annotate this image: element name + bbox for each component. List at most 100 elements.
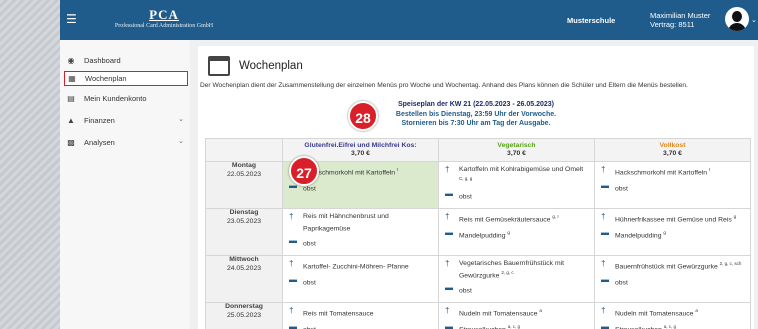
fork-knife-icon: † <box>601 212 606 222</box>
dessert[interactable]: ▬ Streuselkuchen a, c, g <box>601 321 744 329</box>
bank-icon: ▲ <box>67 116 75 125</box>
allergen-codes: g, I <box>552 214 559 220</box>
main-dish[interactable]: † Hackschmorkohl mit Kartoffeln I <box>601 166 744 178</box>
dessert-icon: ▬ <box>445 321 453 329</box>
dessert[interactable]: ▬ obst <box>445 284 588 296</box>
dessert-icon: ▬ <box>601 274 609 284</box>
menu-cell[interactable]: † Nudeln mit Tomatensauce a ▬ Streuselkuche… <box>438 302 595 329</box>
sidebar-item-wochenplan[interactable]: ▦ Wochenplan <box>64 71 188 86</box>
main-content: Wochenplan Der Wochenplan dient der Zusa… <box>198 46 754 329</box>
id-card-icon: ▤ <box>67 94 75 103</box>
main-dish-text: Hühnerfrikassee mit Gemüse und Reis <box>615 216 732 224</box>
sidebar: ◉ Dashboard ▦ Wochenplan ▤ Mein Kundenko… <box>60 40 190 329</box>
main-dish-label: Hühnerfrikassee mit Gemüse und Reis g <box>615 213 736 225</box>
menu-cell[interactable]: † Reis mit Tomatensauce ▬ obst <box>282 302 439 329</box>
logo-text: PCA <box>149 7 179 22</box>
dessert[interactable]: ▬ obst <box>289 237 432 249</box>
fork-knife-icon: † <box>601 306 606 316</box>
avatar[interactable] <box>725 7 749 31</box>
day-date: 23.05.2023 <box>226 217 262 225</box>
annotation-badge-28: 28 <box>348 101 378 131</box>
dessert-label: obst <box>615 182 628 194</box>
menu-cell[interactable]: † Kartoffel- Zucchini-Möhren- Pfanne ▬ obs… <box>282 255 439 304</box>
day-name: Donnerstag <box>225 303 263 311</box>
main-dish[interactable]: † Bauernfrühstück mit Gewürzgurke 2, g, c… <box>601 260 744 272</box>
user-info[interactable]: Maximilian Muster Vertrag: 8511 <box>650 11 710 29</box>
main-dish[interactable]: † Reis mit Tomatensauce <box>289 307 432 319</box>
dessert-icon: ▬ <box>445 283 453 293</box>
main-dish[interactable]: † Kartoffel- Zucchini-Möhren- Pfanne <box>289 260 432 272</box>
hamburger-menu-icon[interactable]: ☰ <box>66 13 77 25</box>
main-dish[interactable]: † Vegetarisches Bauernfrühstück mit Gewür… <box>445 260 588 280</box>
dessert-label: obst <box>303 323 316 329</box>
logo-subtitle: Professional Card Administration GmbH <box>114 23 214 29</box>
main-dish-label: Reis mit Tomatensauce <box>303 307 374 319</box>
sidebar-item-label: Finanzen <box>84 116 115 125</box>
main-dish[interactable]: † Nudeln mit Tomatensauce a <box>601 307 744 319</box>
main-dish[interactable]: † Reis mit Gemüsekräutersauce g, I <box>445 213 588 225</box>
dessert-label: Streuselkuchen a, c, g <box>459 323 520 329</box>
main-dish-label: Vegetarisches Bauernfrühstück mit Gewürz… <box>459 260 588 280</box>
sidebar-item-label: Wochenplan <box>85 74 127 83</box>
fork-knife-icon: † <box>289 212 294 222</box>
dessert-text: obst <box>459 287 472 295</box>
menu-cell[interactable]: † Nudeln mit Tomatensauce a ▬ Streuselkuche… <box>594 302 751 329</box>
main-dish-label: Bauernfrühstück mit Gewürzgurke 2, g, c,… <box>615 260 741 272</box>
allergen-codes: C, g, g <box>459 175 473 181</box>
menu-cell[interactable]: † Kartoffeln mit Kohlrabigemüse und Omelt… <box>438 160 595 210</box>
week-title: Speiseplan der KW 21 (22.05.2023 - 26.05… <box>397 101 555 108</box>
dessert[interactable]: ▬ Streuselkuchen a, c, g <box>445 321 588 329</box>
dessert[interactable]: ▬ Mandelpudding g <box>445 227 588 241</box>
main-dish[interactable]: † Reis mit Hähnchenbrust und Paprikagemüs… <box>289 213 432 233</box>
dessert[interactable]: ▬ Mandelpudding g <box>601 228 744 241</box>
dessert-label: Mandelpudding g <box>615 229 666 241</box>
dessert-icon: ▬ <box>445 189 453 199</box>
dessert[interactable]: ▬ obst <box>289 275 432 288</box>
order-info: Speiseplan der KW 21 (22.05.2023 - 26.05… <box>198 100 754 129</box>
sidebar-item-kundenkonto[interactable]: ▤ Mein Kundenkonto <box>64 91 188 106</box>
app-window: ☰ PCA Professional Card Administration G… <box>60 0 758 329</box>
dessert-text: obst <box>615 185 628 193</box>
dessert-icon: ▬ <box>601 321 609 329</box>
menu-cell[interactable]: † Reis mit Hähnchenbrust und Paprikagemüs… <box>282 208 439 257</box>
column-name: Glutenfrei.Eifrei und Milchfrei Kos: <box>304 142 417 149</box>
dessert-icon: ▬ <box>289 236 297 246</box>
dessert-icon: ▬ <box>445 227 453 237</box>
menu-cell[interactable]: † Hackschmorkohl mit Kartoffeln I ▬ obst <box>594 160 751 210</box>
sidebar-item-analysen[interactable]: ▩ Analysen ⌄ <box>64 135 188 150</box>
menu-cell[interactable]: † Vegetarisches Bauernfrühstück mit Gewür… <box>438 255 595 304</box>
menu-cell[interactable]: † Hühnerfrikassee mit Gemüse und Reis g ▬ M… <box>594 208 751 257</box>
dessert[interactable]: ▬ obst <box>445 190 588 202</box>
dessert[interactable]: ▬ obst <box>289 322 432 329</box>
dessert-text: obst <box>459 193 472 201</box>
allergen-codes: I <box>396 167 399 172</box>
allergen-codes: g <box>507 229 510 235</box>
annotation-badge-27: 27 <box>289 156 319 186</box>
main-dish-text: Nudeln mit Tomatensauce <box>615 310 694 318</box>
main-dish[interactable]: † Nudeln mit Tomatensauce a <box>445 307 588 319</box>
pca-logo[interactable]: PCA Professional Card Administration Gmb… <box>84 8 244 30</box>
column-header-vegetarisch: Vegetarisch 3,70 € <box>438 138 595 162</box>
day-name: Dienstag <box>229 209 259 217</box>
fork-knife-icon: † <box>445 165 450 174</box>
dessert-label: obst <box>459 190 472 202</box>
table-header-row: Glutenfrei.Eifrei und Milchfrei Kos: 3,7… <box>205 138 751 162</box>
dessert[interactable]: ▬ obst <box>601 274 744 288</box>
allergen-codes: a, c, g <box>663 323 677 329</box>
chart-icon: ▩ <box>67 138 75 147</box>
menu-cell[interactable]: † Bauernfrühstück mit Gewürzgurke 2, g, c… <box>594 255 751 304</box>
main-dish-text: Kartoffel- Zucchini-Möhren- Pfanne <box>303 263 409 271</box>
day-date: 22.05.2023 <box>226 170 262 178</box>
main-dish[interactable]: † Kartoffeln mit Kohlrabigemüse und Omelt… <box>445 166 588 186</box>
menu-cell[interactable]: † Reis mit Gemüsekräutersauce g, I ▬ Mandel… <box>438 208 595 257</box>
sidebar-item-finanzen[interactable]: ▲ Finanzen ⌄ <box>64 113 188 128</box>
main-dish[interactable]: † Hühnerfrikassee mit Gemüse und Reis g <box>601 213 744 225</box>
dessert[interactable]: ▬ obst <box>601 181 744 194</box>
school-name: Musterschule <box>567 16 616 25</box>
allergen-codes: g <box>663 229 666 235</box>
day-date: 25.05.2023 <box>226 311 262 319</box>
fork-knife-icon: † <box>601 259 606 269</box>
main-dish-text: Reis mit Hähnchenbrust und Paprikagemüse <box>303 213 389 232</box>
sidebar-item-dashboard[interactable]: ◉ Dashboard <box>64 53 188 68</box>
chevron-down-icon[interactable]: ⌄ <box>751 16 757 24</box>
